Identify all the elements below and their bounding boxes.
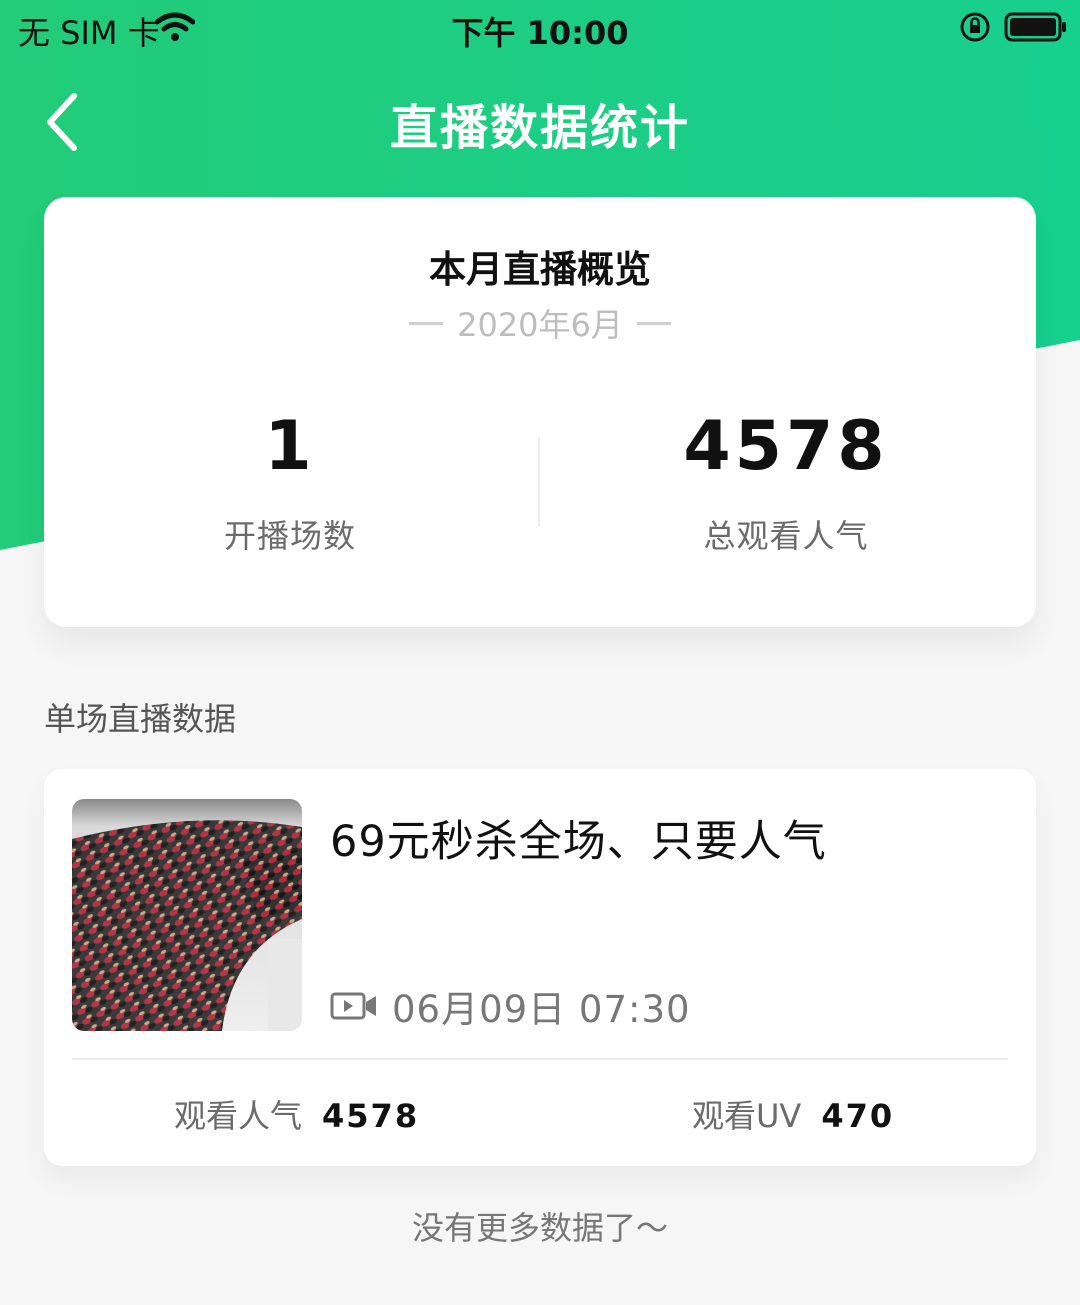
broadcast-count-stat: 1 开播场数	[90, 405, 490, 557]
session-card[interactable]: 69元秒杀全场、只要人气 06月09日 07:30 观看人气 4578 观看UV…	[44, 769, 1036, 1166]
session-views-value: 4578	[322, 1097, 420, 1135]
session-thumbnail	[72, 799, 302, 1031]
video-camera-icon	[330, 992, 376, 1020]
broadcast-count-label: 开播场数	[223, 517, 356, 555]
session-uv-value: 470	[821, 1097, 895, 1135]
dash-left	[409, 321, 444, 325]
overview-month-row: 2020年6月	[44, 300, 1036, 346]
overview-month: 2020年6月	[457, 306, 623, 344]
battery-icon	[1004, 12, 1066, 42]
total-views-stat: 4578 总观看人气	[586, 405, 986, 557]
session-time-row: 06月09日 07:30	[330, 979, 691, 1033]
page-title: 直播数据统计	[389, 100, 690, 156]
status-bar: 无 SIM 卡 下午 10:00	[0, 0, 1080, 60]
stat-divider	[538, 437, 540, 527]
no-more-data-text: 没有更多数据了～	[411, 1209, 668, 1247]
total-views-value: 4578	[683, 407, 889, 486]
session-views-metric: 观看人气 4578	[174, 1091, 419, 1137]
session-uv-metric: 观看UV 470	[692, 1091, 894, 1137]
overview-title: 本月直播概览	[429, 248, 651, 291]
dash-right	[636, 321, 671, 325]
session-uv-label: 观看UV	[692, 1097, 802, 1135]
monthly-overview-card: 本月直播概览 2020年6月 1 开播场数 4578 总观看人气	[44, 197, 1036, 627]
broadcast-count-value: 1	[264, 407, 316, 486]
status-time: 下午 10:00	[451, 14, 629, 52]
rotation-lock-icon	[960, 12, 990, 42]
section-title: 单场直播数据	[44, 700, 237, 738]
total-views-label: 总观看人气	[703, 517, 869, 555]
session-views-label: 观看人气	[174, 1097, 303, 1135]
card-divider	[72, 1058, 1008, 1060]
session-time: 06月09日 07:30	[392, 988, 691, 1031]
session-title: 69元秒杀全场、只要人气	[330, 817, 827, 867]
